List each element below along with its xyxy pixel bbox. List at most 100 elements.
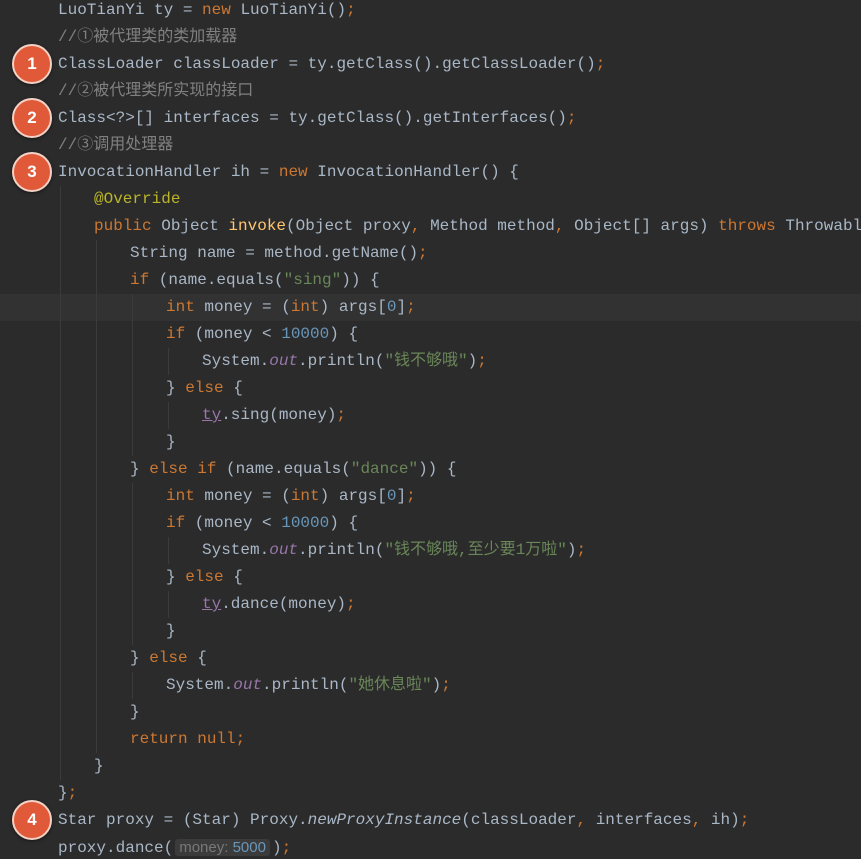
keyword: if bbox=[130, 271, 150, 289]
code-text: .println( bbox=[298, 352, 385, 370]
code-text: ih) bbox=[701, 811, 740, 829]
code-content: String name = method.getName(); bbox=[130, 240, 428, 267]
code-text: ClassLoader classLoader = ty.getClass().… bbox=[58, 55, 596, 73]
code-line[interactable]: //②被代理类所实现的接口 bbox=[0, 78, 861, 105]
code-line[interactable]: Class<?>[] interfaces = ty.getClass().ge… bbox=[0, 105, 861, 132]
code-line[interactable]: proxy.dance(money: 5000); bbox=[0, 834, 861, 859]
code-text: (Object proxy bbox=[286, 217, 411, 235]
code-text: .println( bbox=[262, 676, 349, 694]
keyword: ; bbox=[477, 352, 487, 370]
indent-guide bbox=[96, 456, 97, 483]
indent-guide bbox=[60, 726, 61, 753]
code-content: } bbox=[94, 753, 104, 780]
keyword: else if bbox=[149, 460, 217, 478]
keyword: ; bbox=[576, 541, 587, 559]
keyword: ; bbox=[346, 595, 356, 613]
code-line[interactable]: Star proxy = (Star) Proxy.newProxyInstan… bbox=[0, 807, 861, 834]
code-text: ] bbox=[396, 298, 407, 316]
code-content: LuoTianYi ty = new LuoTianYi(); bbox=[58, 0, 356, 24]
code-text: Star proxy = (Star) Proxy. bbox=[58, 811, 308, 829]
code-text: Method method bbox=[420, 217, 555, 235]
code-content: InvocationHandler ih = new InvocationHan… bbox=[58, 159, 519, 186]
indent-guide bbox=[96, 402, 97, 429]
code-line[interactable]: } else if (name.equals("dance")) { bbox=[0, 456, 861, 483]
string-literal: "钱不够哦,至少要1万啦" bbox=[384, 541, 567, 559]
code-text: )) { bbox=[341, 271, 380, 289]
number-literal: 10000 bbox=[281, 325, 330, 343]
static-field: out bbox=[269, 541, 299, 559]
code-text: (classLoader bbox=[461, 811, 577, 829]
keyword: int bbox=[166, 298, 195, 316]
code-text: } bbox=[166, 433, 176, 451]
code-content: } else { bbox=[166, 375, 243, 402]
code-content: ty.dance(money); bbox=[202, 591, 356, 618]
keyword: if bbox=[166, 514, 186, 532]
indent-guide bbox=[132, 429, 133, 456]
code-text: } bbox=[130, 460, 150, 478]
code-line[interactable]: } else { bbox=[0, 564, 861, 591]
code-content: } bbox=[166, 618, 176, 645]
indent-guide bbox=[96, 375, 97, 402]
code-line[interactable]: } else { bbox=[0, 645, 861, 672]
indent-guide bbox=[132, 321, 133, 348]
code-text: .sing(money) bbox=[221, 406, 337, 424]
code-editor[interactable]: LuoTianYi ty = new LuoTianYi(); //①被代理类的类… bbox=[0, 0, 861, 859]
code-text: String name = method.getName() bbox=[130, 244, 419, 262]
code-line[interactable]: InvocationHandler ih = new InvocationHan… bbox=[0, 159, 861, 186]
code-line[interactable]: } else { bbox=[0, 375, 861, 402]
code-line[interactable]: ty.dance(money); bbox=[0, 591, 861, 618]
code-line[interactable]: String name = method.getName(); bbox=[0, 240, 861, 267]
code-content: @Override bbox=[94, 186, 180, 213]
code-line[interactable]: LuoTianYi ty = new LuoTianYi(); bbox=[0, 0, 861, 24]
code-text: } bbox=[58, 784, 68, 802]
string-literal: "钱不够哦" bbox=[384, 352, 468, 370]
comment: //①被代理类的类加载器 bbox=[58, 28, 238, 46]
code-line[interactable]: } bbox=[0, 753, 861, 780]
code-content: if (money < 10000) { bbox=[166, 510, 358, 537]
indent-guide bbox=[60, 645, 61, 672]
keyword: return null; bbox=[130, 730, 246, 748]
code-line[interactable]: return null; bbox=[0, 726, 861, 753]
indent-guide bbox=[96, 348, 97, 375]
step-number-badge: 3 bbox=[12, 152, 52, 192]
code-line[interactable]: if (money < 10000) { bbox=[0, 510, 861, 537]
code-content: } bbox=[130, 699, 140, 726]
code-line[interactable]: }; bbox=[0, 780, 861, 807]
indent-guide bbox=[60, 456, 61, 483]
annotation: @Override bbox=[94, 190, 181, 208]
keyword: new bbox=[202, 1, 231, 19]
code-text: (money < bbox=[185, 325, 282, 343]
code-line[interactable]: if (name.equals("sing")) { bbox=[0, 267, 861, 294]
code-line[interactable]: if (money < 10000) { bbox=[0, 321, 861, 348]
code-content: } bbox=[166, 429, 176, 456]
code-line[interactable]: int money = (int) args[0]; bbox=[0, 483, 861, 510]
code-line[interactable]: ClassLoader classLoader = ty.getClass().… bbox=[0, 51, 861, 78]
indent-guide bbox=[96, 321, 97, 348]
indent-guide bbox=[132, 591, 133, 618]
code-line[interactable]: //③调用处理器 bbox=[0, 132, 861, 159]
code-content: if (name.equals("sing")) { bbox=[130, 267, 380, 294]
code-line[interactable]: } bbox=[0, 618, 861, 645]
code-line[interactable]: ty.sing(money); bbox=[0, 402, 861, 429]
indent-guide bbox=[60, 510, 61, 537]
code-line[interactable]: int money = (int) args[0]; bbox=[0, 294, 861, 321]
keyword: int bbox=[290, 487, 320, 505]
keyword: ; bbox=[739, 811, 750, 829]
code-line[interactable]: } bbox=[0, 699, 861, 726]
code-text: ) { bbox=[329, 514, 359, 532]
code-line[interactable]: System.out.println("钱不够哦,至少要1万啦"); bbox=[0, 537, 861, 564]
code-content: } else { bbox=[166, 564, 243, 591]
code-line[interactable]: //①被代理类的类加载器 bbox=[0, 24, 861, 51]
indent-guide bbox=[60, 186, 61, 213]
code-content: public Object invoke(Object proxy, Metho… bbox=[94, 213, 861, 240]
code-line[interactable]: System.out.println("她休息啦"); bbox=[0, 672, 861, 699]
code-line[interactable]: System.out.println("钱不够哦"); bbox=[0, 348, 861, 375]
code-text: } bbox=[166, 568, 186, 586]
code-text: { bbox=[187, 649, 207, 667]
code-content: //①被代理类的类加载器 bbox=[58, 24, 237, 51]
code-line[interactable]: } bbox=[0, 429, 861, 456]
indent-guide bbox=[60, 375, 61, 402]
code-line[interactable]: @Override bbox=[0, 186, 861, 213]
indent-guide bbox=[96, 537, 97, 564]
code-line[interactable]: public Object invoke(Object proxy, Metho… bbox=[0, 213, 861, 240]
